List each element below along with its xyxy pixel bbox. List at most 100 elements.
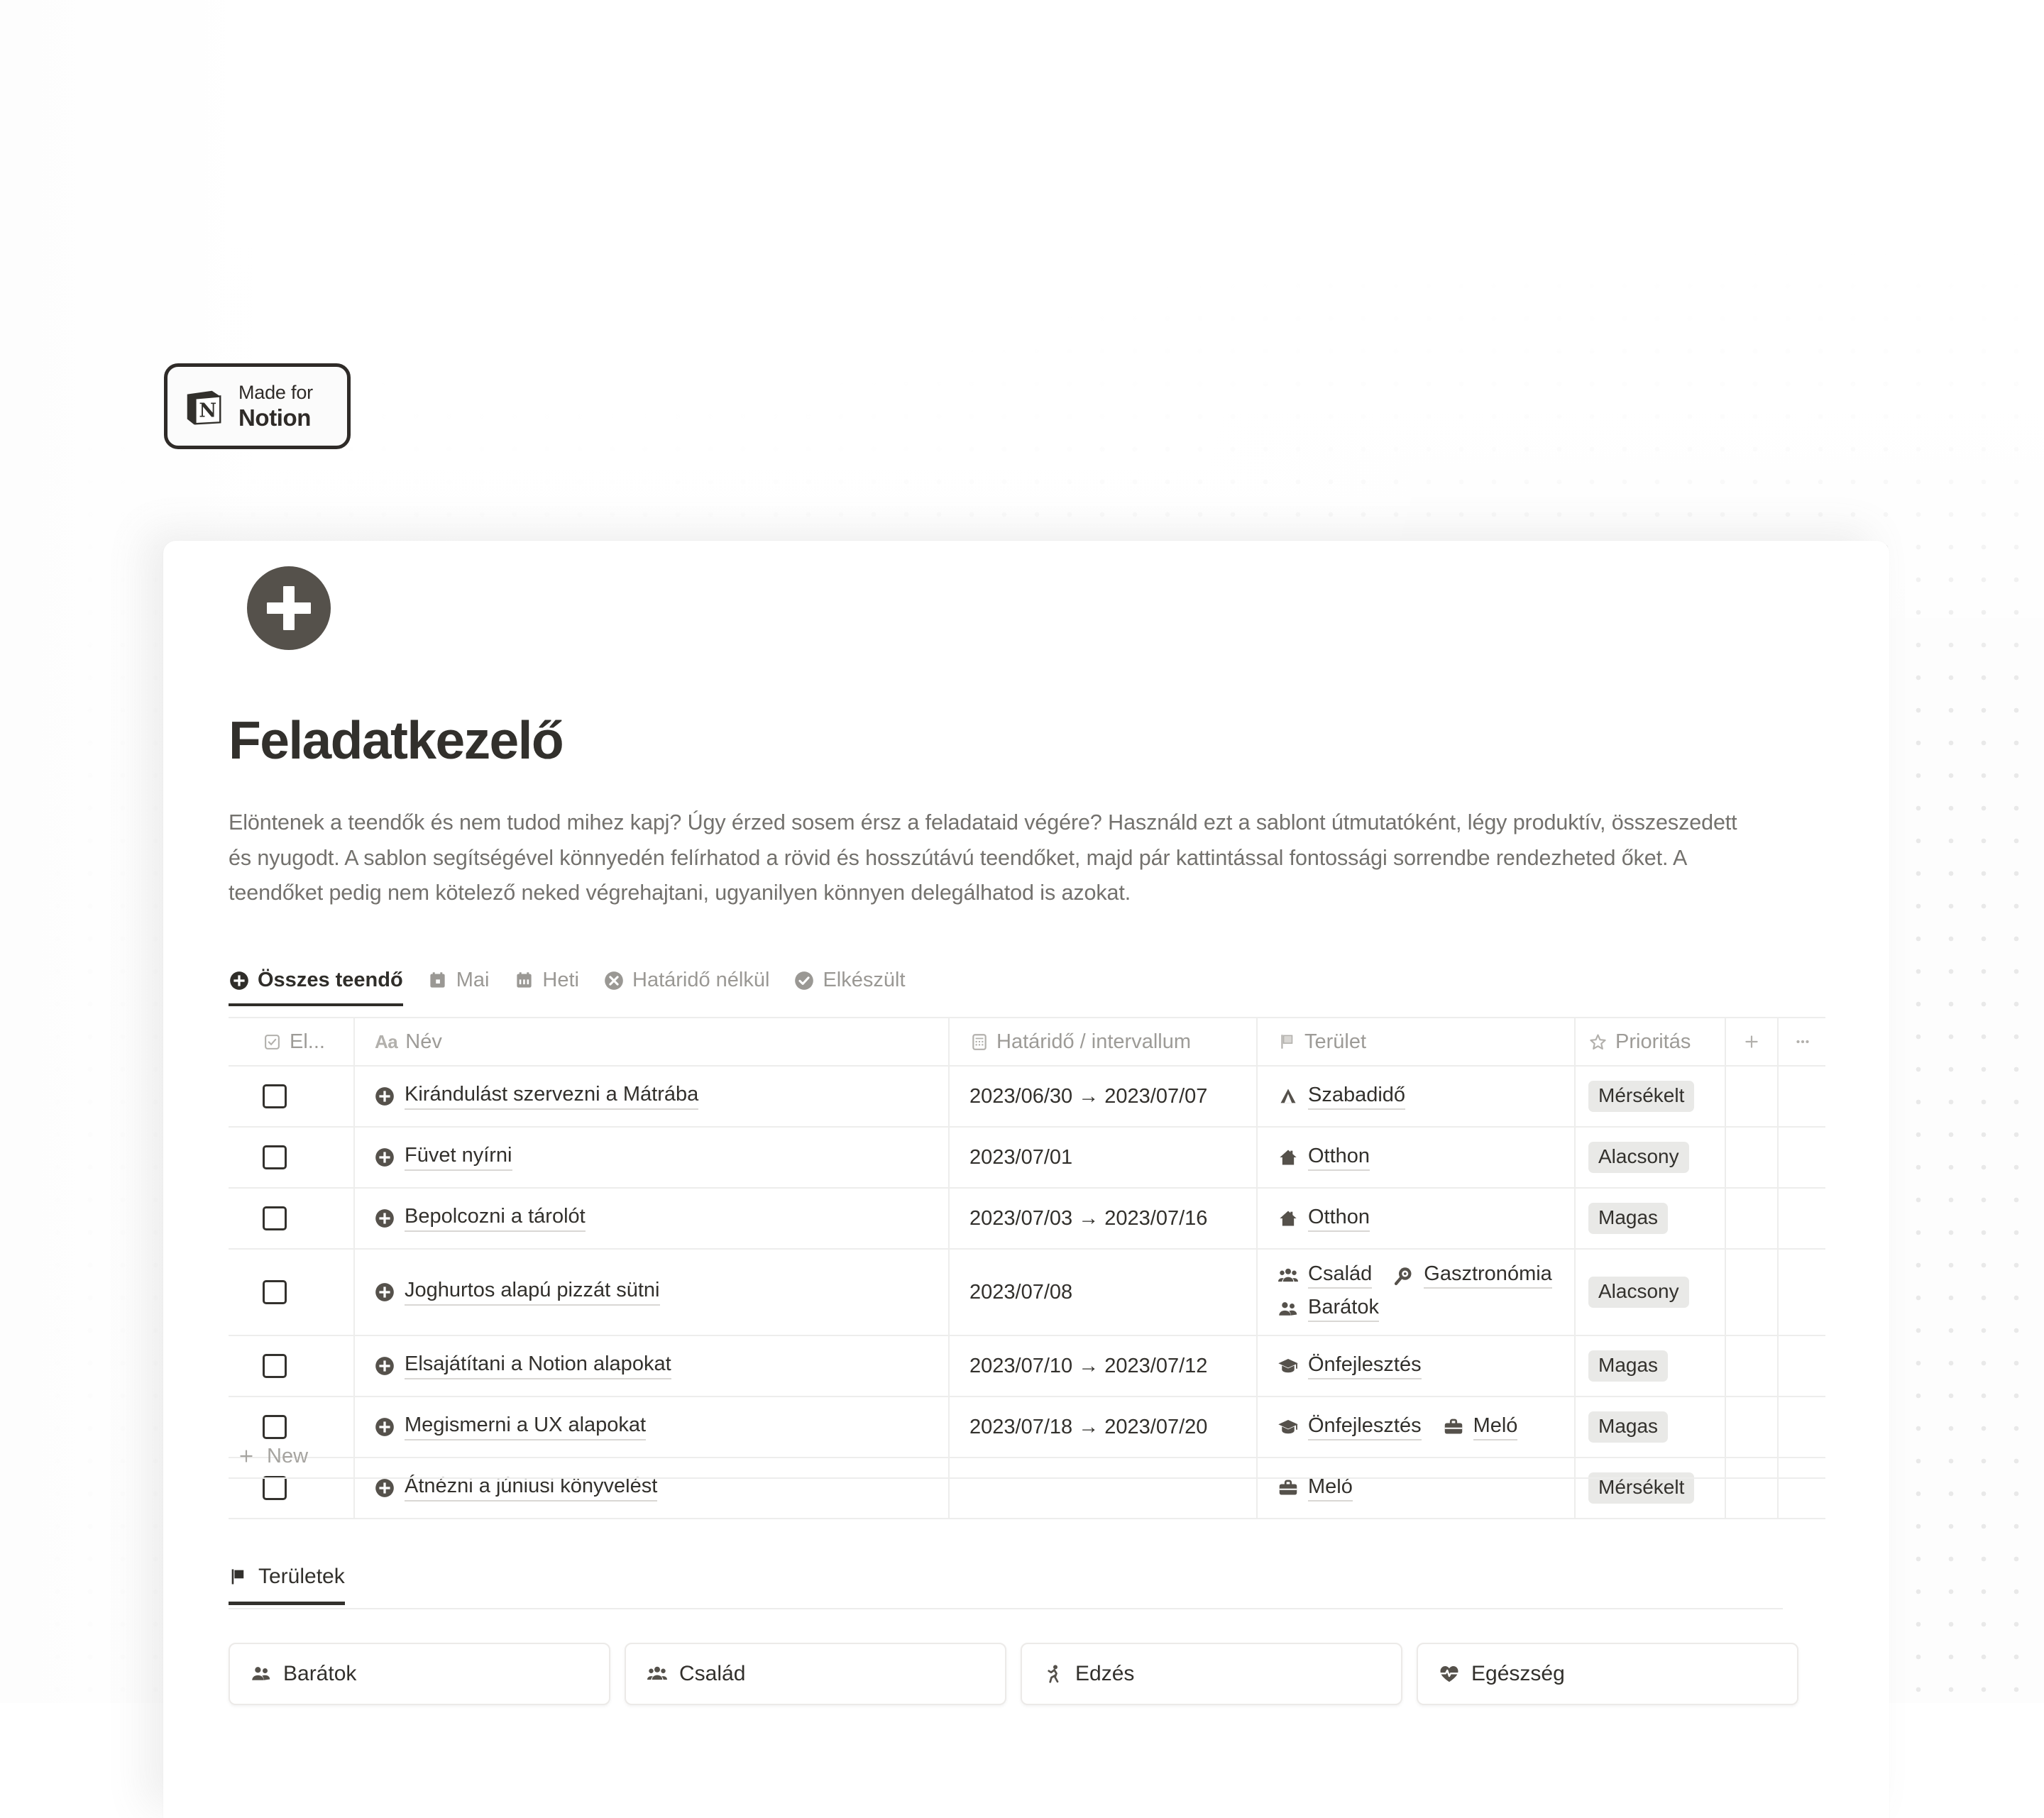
row-date-cell[interactable]: 2023/07/03 → 2023/07/16 — [950, 1189, 1258, 1248]
plus-circle-icon — [375, 1208, 395, 1228]
area-tag: Otthon — [1278, 1206, 1370, 1232]
row-area-cell[interactable]: Otthon — [1258, 1128, 1576, 1187]
row-date-cell[interactable]: 2023/07/08 — [950, 1250, 1258, 1335]
tab-hatarido-nelkul[interactable]: Határidő nélkül — [603, 969, 769, 1006]
tab-label: Összes teendő — [258, 969, 403, 991]
row-priority-cell[interactable]: Magas — [1576, 1336, 1726, 1396]
row-checkbox-cell[interactable] — [229, 1067, 355, 1126]
row-priority-cell[interactable]: Alacsony — [1576, 1250, 1726, 1335]
column-header-name[interactable]: Aa Név — [355, 1018, 950, 1065]
page-plus-circle-icon[interactable] — [247, 566, 331, 650]
area-label: Szabadidő — [1308, 1084, 1406, 1110]
table-options-button[interactable] — [1779, 1018, 1827, 1065]
calendar-icon — [969, 1032, 989, 1052]
calendar-week-icon — [513, 970, 534, 991]
tab-heti[interactable]: Heti — [513, 969, 579, 1006]
new-row-button[interactable]: New — [229, 1435, 1825, 1479]
heart-pulse-icon — [1438, 1663, 1461, 1685]
calendar-today-icon — [427, 970, 449, 991]
table-row[interactable]: Elsajátítani a Notion alapokat 2023/07/1… — [229, 1336, 1825, 1397]
x-circle-icon — [603, 970, 625, 991]
row-checkbox[interactable] — [263, 1280, 287, 1304]
plus-circle-icon — [375, 1478, 395, 1498]
row-checkbox[interactable] — [263, 1354, 287, 1378]
task-name: Elsajátítani a Notion alapokat — [405, 1353, 671, 1379]
priority-badge: Magas — [1588, 1203, 1669, 1234]
people-pair-icon — [250, 1663, 273, 1685]
area-tag: Meló — [1278, 1475, 1353, 1502]
row-priority-cell[interactable]: Mérsékelt — [1576, 1067, 1726, 1126]
new-row-label: New — [267, 1444, 309, 1467]
area-tag: Szabadidő — [1278, 1084, 1406, 1110]
area-card-label: Egészség — [1471, 1662, 1565, 1685]
task-date: 2023/07/10 → 2023/07/12 — [969, 1354, 1208, 1377]
row-date-cell[interactable]: 2023/07/01 — [950, 1128, 1258, 1187]
row-date-cell[interactable]: 2023/06/30 → 2023/07/07 — [950, 1067, 1258, 1126]
area-card-label: Barátok — [283, 1662, 357, 1685]
tab-elkeszult[interactable]: Elkészült — [793, 969, 906, 1006]
area-card-edzes[interactable]: Edzés — [1021, 1643, 1402, 1705]
tab-label: Határidő nélkül — [632, 969, 770, 991]
task-date: 2023/07/03 → 2023/07/16 — [969, 1206, 1208, 1230]
row-checkbox[interactable] — [263, 1476, 287, 1500]
column-header-completed[interactable]: El... — [229, 1018, 355, 1065]
row-spacer-add — [1726, 1250, 1779, 1335]
row-checkbox-cell[interactable] — [229, 1128, 355, 1187]
area-card-baratok[interactable]: Barátok — [229, 1643, 610, 1705]
home-icon — [1278, 1147, 1299, 1168]
plus-circle-icon — [375, 1282, 395, 1302]
table-row[interactable]: Bepolcozni a tárolót 2023/07/03 → 2023/0… — [229, 1189, 1825, 1250]
plus-circle-icon — [375, 1417, 395, 1437]
plus-icon — [237, 1447, 256, 1465]
tab-label: Elkészült — [823, 969, 906, 991]
areas-card-list: Barátok Család Edzés Egészség — [229, 1643, 1798, 1705]
priority-badge: Magas — [1588, 1350, 1669, 1382]
row-priority-cell[interactable]: Magas — [1576, 1189, 1726, 1248]
table-row[interactable]: Füvet nyírni 2023/07/01 Otthon Alacsony — [229, 1128, 1825, 1189]
row-priority-cell[interactable]: Alacsony — [1576, 1128, 1726, 1187]
add-column-button[interactable] — [1726, 1018, 1779, 1065]
plus-circle-icon — [375, 1086, 395, 1106]
row-area-cell[interactable]: Család Gasztronómia Barátok — [1258, 1250, 1576, 1335]
area-label: Meló — [1308, 1475, 1353, 1502]
plus-circle-icon — [375, 1356, 395, 1376]
task-name: Kirándulást szervezni a Mátrába — [405, 1083, 699, 1110]
priority-badge: Alacsony — [1588, 1142, 1689, 1173]
flag-icon — [1278, 1032, 1297, 1052]
row-checkbox[interactable] — [263, 1145, 287, 1169]
row-date-cell[interactable]: 2023/07/10 → 2023/07/12 — [950, 1336, 1258, 1396]
row-checkbox-cell[interactable] — [229, 1189, 355, 1248]
column-header-label: El... — [290, 1030, 325, 1053]
people-pair-icon — [1278, 1299, 1299, 1320]
table-row[interactable]: Joghurtos alapú pizzát sütni 2023/07/08 … — [229, 1250, 1825, 1336]
row-name-cell[interactable]: Elsajátítani a Notion alapokat — [355, 1336, 950, 1396]
areas-section-tab[interactable]: Területek — [229, 1565, 345, 1605]
area-tag: Otthon — [1278, 1145, 1370, 1171]
row-checkbox-cell[interactable] — [229, 1250, 355, 1335]
column-header-date[interactable]: Határidő / intervallum — [950, 1018, 1258, 1065]
row-checkbox[interactable] — [263, 1206, 287, 1230]
row-checkbox-cell[interactable] — [229, 1336, 355, 1396]
tab-osszes-teendo[interactable]: Összes teendő — [229, 969, 403, 1006]
view-tabs: Összes teendő Mai Heti Határidő nélkül E… — [229, 969, 906, 1006]
row-area-cell[interactable]: Otthon — [1258, 1189, 1576, 1248]
table-row[interactable]: Kirándulást szervezni a Mátrába 2023/06/… — [229, 1067, 1825, 1128]
plus-circle-icon — [229, 970, 250, 991]
area-label: Barátok — [1308, 1296, 1379, 1322]
check-circle-icon — [793, 970, 815, 991]
row-name-cell[interactable]: Füvet nyírni — [355, 1128, 950, 1187]
column-header-area[interactable]: Terület — [1258, 1018, 1576, 1065]
row-name-cell[interactable]: Joghurtos alapú pizzát sütni — [355, 1250, 950, 1335]
people-group-icon — [646, 1663, 669, 1685]
tab-mai[interactable]: Mai — [427, 969, 489, 1006]
row-checkbox[interactable] — [263, 1084, 287, 1108]
row-area-cell[interactable]: Önfejlesztés — [1258, 1336, 1576, 1396]
row-name-cell[interactable]: Bepolcozni a tárolót — [355, 1189, 950, 1248]
badge-brand-label: Notion — [238, 404, 312, 431]
row-area-cell[interactable]: Szabadidő — [1258, 1067, 1576, 1126]
column-header-priority[interactable]: Prioritás — [1576, 1018, 1726, 1065]
area-tag: Barátok — [1278, 1296, 1379, 1322]
area-card-csalad[interactable]: Család — [625, 1643, 1006, 1705]
row-name-cell[interactable]: Kirándulást szervezni a Mátrába — [355, 1067, 950, 1126]
area-card-egeszseg[interactable]: Egészség — [1417, 1643, 1798, 1705]
